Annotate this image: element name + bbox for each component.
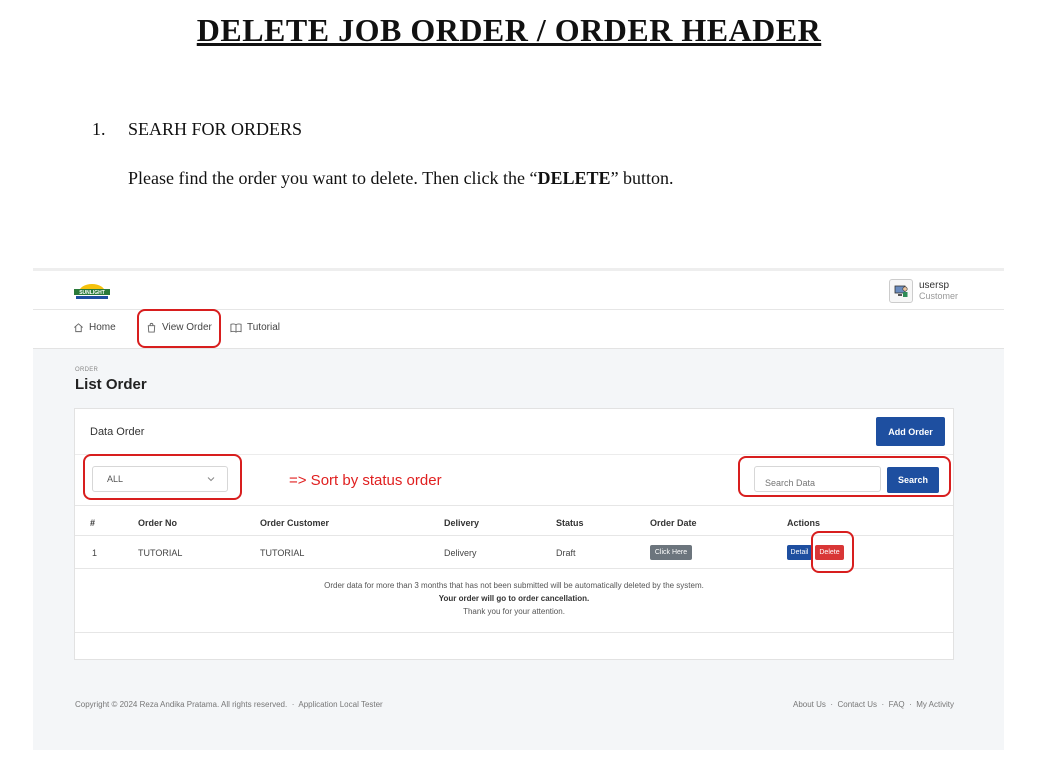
document-title: DELETE JOB ORDER / ORDER HEADER (196, 12, 822, 48)
detail-button[interactable]: Detail (787, 545, 812, 560)
footer-separator: · (909, 700, 912, 709)
user-menu[interactable]: usersp Customer (888, 279, 958, 303)
notice-line: Order data for more than 3 months that h… (324, 581, 704, 590)
add-order-button[interactable]: Add Order (876, 417, 945, 446)
col-header-number: # (90, 518, 96, 528)
logo-text: SUNLIGHT (79, 290, 105, 296)
sunlight-logo: SUNLIGHT (74, 284, 110, 299)
highlight-filter (83, 454, 242, 500)
col-header-actions: Actions (787, 518, 821, 528)
footer-link-contact[interactable]: Contact Us (837, 700, 877, 709)
cell-status: Draft (556, 548, 576, 558)
cell-number: 1 (92, 548, 98, 558)
nav-item-label: Tutorial (247, 322, 280, 333)
footer-links: About Us · Contact Us · FAQ · My Activit… (793, 700, 954, 709)
user-name: usersp (918, 280, 949, 291)
home-icon (74, 323, 83, 333)
cell-order-no: TUTORIAL (138, 548, 183, 558)
footer-link-my-activity[interactable]: My Activity (916, 700, 954, 709)
instruction-bold: DELETE (537, 168, 611, 188)
cell-delivery: Delivery (444, 548, 477, 558)
breadcrumb: ORDER (75, 367, 99, 373)
table-divider (75, 632, 953, 633)
tester-text: Application Local Tester (298, 700, 383, 709)
instruction-post: ” button. (610, 168, 674, 188)
copyright-text: Copyright © 2024 Reza Andika Pratama. Al… (75, 700, 288, 709)
step-number: 1. (92, 119, 106, 139)
cell-order-customer: TUTORIAL (260, 548, 305, 558)
page-title: List Order (75, 376, 147, 393)
card-header: Data Order Add Order (75, 409, 953, 455)
col-header-order-no: Order No (138, 518, 178, 528)
col-header-delivery: Delivery (444, 518, 480, 528)
user-role: Customer (918, 291, 958, 301)
notice-text: Order data for more than 3 months that h… (75, 579, 953, 618)
notice-line-bold: Your order will go to order cancellation… (438, 594, 590, 603)
footer-link-about[interactable]: About Us (793, 700, 826, 709)
footer-separator: · (830, 700, 834, 709)
notice-line: Thank you for your attention. (463, 607, 565, 616)
col-header-order-date: Order Date (650, 518, 697, 528)
highlight-view-order (137, 309, 221, 348)
instruction-text: Please find the order you want to delete… (128, 168, 674, 189)
step-title: SEARH FOR ORDERS (128, 119, 303, 139)
footer-left: Copyright © 2024 Reza Andika Pratama. Al… (75, 700, 383, 709)
top-bar: SUNLIGHT usersp Customer (33, 268, 1004, 310)
footer-separator: · (881, 700, 885, 709)
order-date-button[interactable]: Click Here (650, 545, 692, 560)
book-icon (230, 323, 242, 333)
table-divider (75, 505, 953, 506)
app-screenshot: SUNLIGHT usersp Customer Home View Order… (33, 268, 1004, 750)
footer-separator: · (291, 700, 295, 709)
highlight-delete (811, 531, 854, 573)
sort-annotation: => Sort by status order (289, 472, 442, 489)
nav-item-home[interactable]: Home (73, 322, 116, 333)
footer-link-faq[interactable]: FAQ (889, 700, 905, 709)
nav-item-tutorial[interactable]: Tutorial (230, 322, 280, 333)
col-header-order-customer: Order Customer (260, 518, 330, 528)
card-title: Data Order (90, 426, 145, 438)
nav-item-label: Home (89, 322, 116, 333)
user-avatar (888, 279, 913, 303)
computer-user-icon (894, 285, 908, 297)
col-header-status: Status (556, 518, 584, 528)
step-heading: 1. SEARH FOR ORDERS (92, 119, 302, 140)
highlight-search (738, 456, 951, 497)
instruction-pre: Please find the order you want to delete… (128, 168, 538, 188)
